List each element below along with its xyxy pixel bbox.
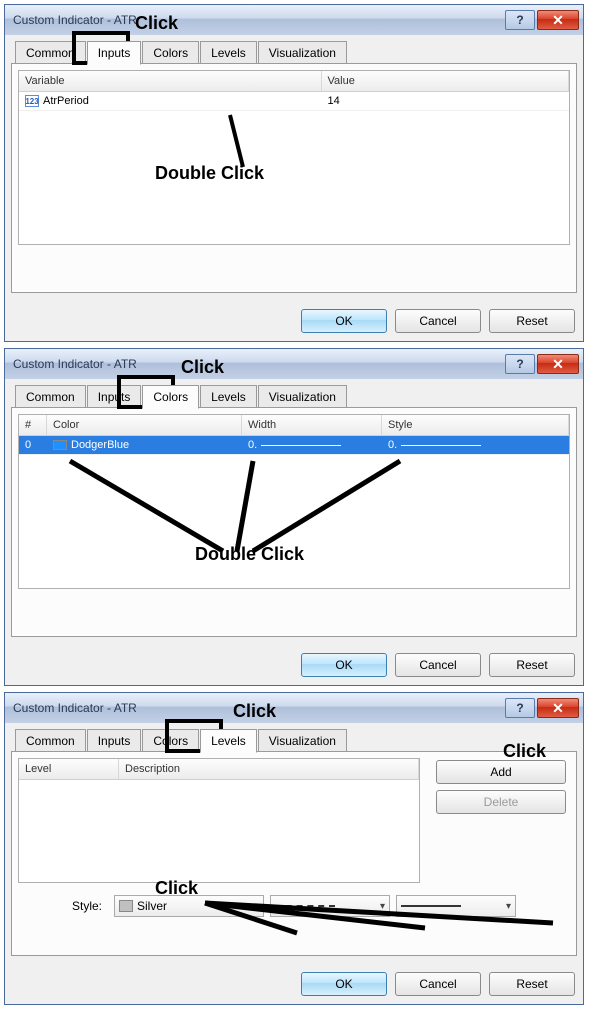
header-variable[interactable]: Variable	[19, 71, 322, 91]
inputs-header-row: Variable Value	[19, 71, 569, 92]
header-level[interactable]: Level	[19, 759, 119, 779]
dialog-atr-levels: Custom Indicator - ATR ? ✕ Common Inputs…	[4, 692, 584, 1005]
color-name: DodgerBlue	[71, 439, 129, 451]
cancel-button[interactable]: Cancel	[395, 653, 481, 677]
reset-button[interactable]: Reset	[489, 309, 575, 333]
tab-visualization[interactable]: Visualization	[258, 385, 347, 408]
silver-swatch-icon	[119, 900, 133, 912]
levels-header-row: Level Description	[19, 759, 419, 780]
help-button[interactable]: ?	[505, 354, 535, 374]
style-row: Style: Silver ▾ ▾ ▾	[18, 895, 570, 917]
variable-name: AtrPeriod	[43, 95, 89, 107]
tabstrip: Common Inputs Colors Levels Visualizatio…	[11, 729, 577, 752]
header-num[interactable]: #	[19, 415, 47, 435]
tab-colors[interactable]: Colors	[142, 385, 199, 409]
width-preview-icon	[261, 445, 341, 446]
levels-table[interactable]: Level Description	[18, 758, 420, 883]
tab-colors[interactable]: Colors	[142, 41, 199, 64]
help-button[interactable]: ?	[505, 10, 535, 30]
tab-content-inputs: Variable Value 123 AtrPeriod 14	[11, 63, 577, 293]
tab-common[interactable]: Common	[15, 385, 86, 408]
dashed-line-icon	[275, 905, 335, 907]
window-title: Custom Indicator - ATR	[13, 357, 505, 371]
integer-type-icon: 123	[25, 95, 39, 107]
window-title: Custom Indicator - ATR	[13, 701, 505, 715]
titlebar[interactable]: Custom Indicator - ATR ? ✕	[5, 5, 583, 35]
chevron-down-icon: ▾	[506, 901, 511, 912]
close-button[interactable]: ✕	[537, 10, 579, 30]
help-icon: ?	[516, 357, 523, 371]
tabstrip: Common Inputs Colors Levels Visualizatio…	[11, 41, 577, 64]
style-preview-icon	[401, 445, 481, 446]
colors-table[interactable]: # Color Width Style 0 DodgerBlue 0.	[18, 414, 570, 589]
variable-value[interactable]: 14	[322, 92, 570, 110]
style-value: 0.	[388, 439, 397, 451]
tab-content-levels: Level Description Add Delete Style: Silv…	[11, 751, 577, 956]
add-button[interactable]: Add	[436, 760, 566, 784]
tab-inputs[interactable]: Inputs	[87, 729, 142, 752]
reset-button[interactable]: Reset	[489, 972, 575, 996]
close-button[interactable]: ✕	[537, 354, 579, 374]
tab-inputs[interactable]: Inputs	[87, 385, 142, 408]
tab-common[interactable]: Common	[15, 729, 86, 752]
tab-visualization[interactable]: Visualization	[258, 41, 347, 64]
tab-levels[interactable]: Levels	[200, 729, 257, 753]
tab-levels[interactable]: Levels	[200, 41, 257, 64]
header-value[interactable]: Value	[322, 71, 570, 91]
titlebar[interactable]: Custom Indicator - ATR ? ✕	[5, 693, 583, 723]
header-color[interactable]: Color	[47, 415, 242, 435]
header-style[interactable]: Style	[382, 415, 569, 435]
close-icon: ✕	[552, 356, 564, 373]
colors-header-row: # Color Width Style	[19, 415, 569, 436]
solid-line-icon	[401, 905, 461, 907]
help-icon: ?	[516, 13, 523, 27]
titlebar[interactable]: Custom Indicator - ATR ? ✕	[5, 349, 583, 379]
header-description[interactable]: Description	[119, 759, 419, 779]
row-num: 0	[19, 436, 47, 454]
tab-levels[interactable]: Levels	[200, 385, 257, 408]
help-icon: ?	[516, 701, 523, 715]
tab-visualization[interactable]: Visualization	[258, 729, 347, 752]
button-bar: OK Cancel Reset	[5, 299, 583, 341]
color-swatch-icon	[53, 440, 67, 450]
style-thickness-combo[interactable]: ▾	[396, 895, 516, 917]
close-icon: ✕	[552, 700, 564, 717]
close-icon: ✕	[552, 12, 564, 29]
dialog-atr-colors: Custom Indicator - ATR ? ✕ Common Inputs…	[4, 348, 584, 686]
style-line-combo[interactable]: ▾	[270, 895, 390, 917]
ok-button[interactable]: OK	[301, 972, 387, 996]
cancel-button[interactable]: Cancel	[395, 972, 481, 996]
close-button[interactable]: ✕	[537, 698, 579, 718]
inputs-table[interactable]: Variable Value 123 AtrPeriod 14	[18, 70, 570, 245]
table-row[interactable]: 123 AtrPeriod 14	[19, 92, 569, 111]
dialog-atr-inputs: Custom Indicator - ATR ? ✕ Common Inputs…	[4, 4, 584, 342]
reset-button[interactable]: Reset	[489, 653, 575, 677]
style-color-combo[interactable]: Silver ▾	[114, 895, 264, 917]
tab-content-colors: # Color Width Style 0 DodgerBlue 0.	[11, 407, 577, 637]
tabstrip: Common Inputs Colors Levels Visualizatio…	[11, 385, 577, 408]
header-width[interactable]: Width	[242, 415, 382, 435]
button-bar: OK Cancel Reset	[5, 643, 583, 685]
window-title: Custom Indicator - ATR	[13, 13, 505, 27]
cancel-button[interactable]: Cancel	[395, 309, 481, 333]
width-value: 0.	[248, 439, 257, 451]
style-color-value: Silver	[137, 899, 167, 913]
chevron-down-icon: ▾	[254, 901, 259, 912]
ok-button[interactable]: OK	[301, 653, 387, 677]
chevron-down-icon: ▾	[380, 901, 385, 912]
tab-colors[interactable]: Colors	[142, 729, 199, 752]
style-label: Style:	[18, 899, 108, 913]
tab-common[interactable]: Common	[15, 41, 86, 64]
button-bar: OK Cancel Reset	[5, 962, 583, 1004]
delete-button: Delete	[436, 790, 566, 814]
levels-side-buttons: Add Delete	[436, 760, 566, 814]
table-row[interactable]: 0 DodgerBlue 0. 0.	[19, 436, 569, 455]
help-button[interactable]: ?	[505, 698, 535, 718]
ok-button[interactable]: OK	[301, 309, 387, 333]
tab-inputs[interactable]: Inputs	[87, 41, 142, 65]
